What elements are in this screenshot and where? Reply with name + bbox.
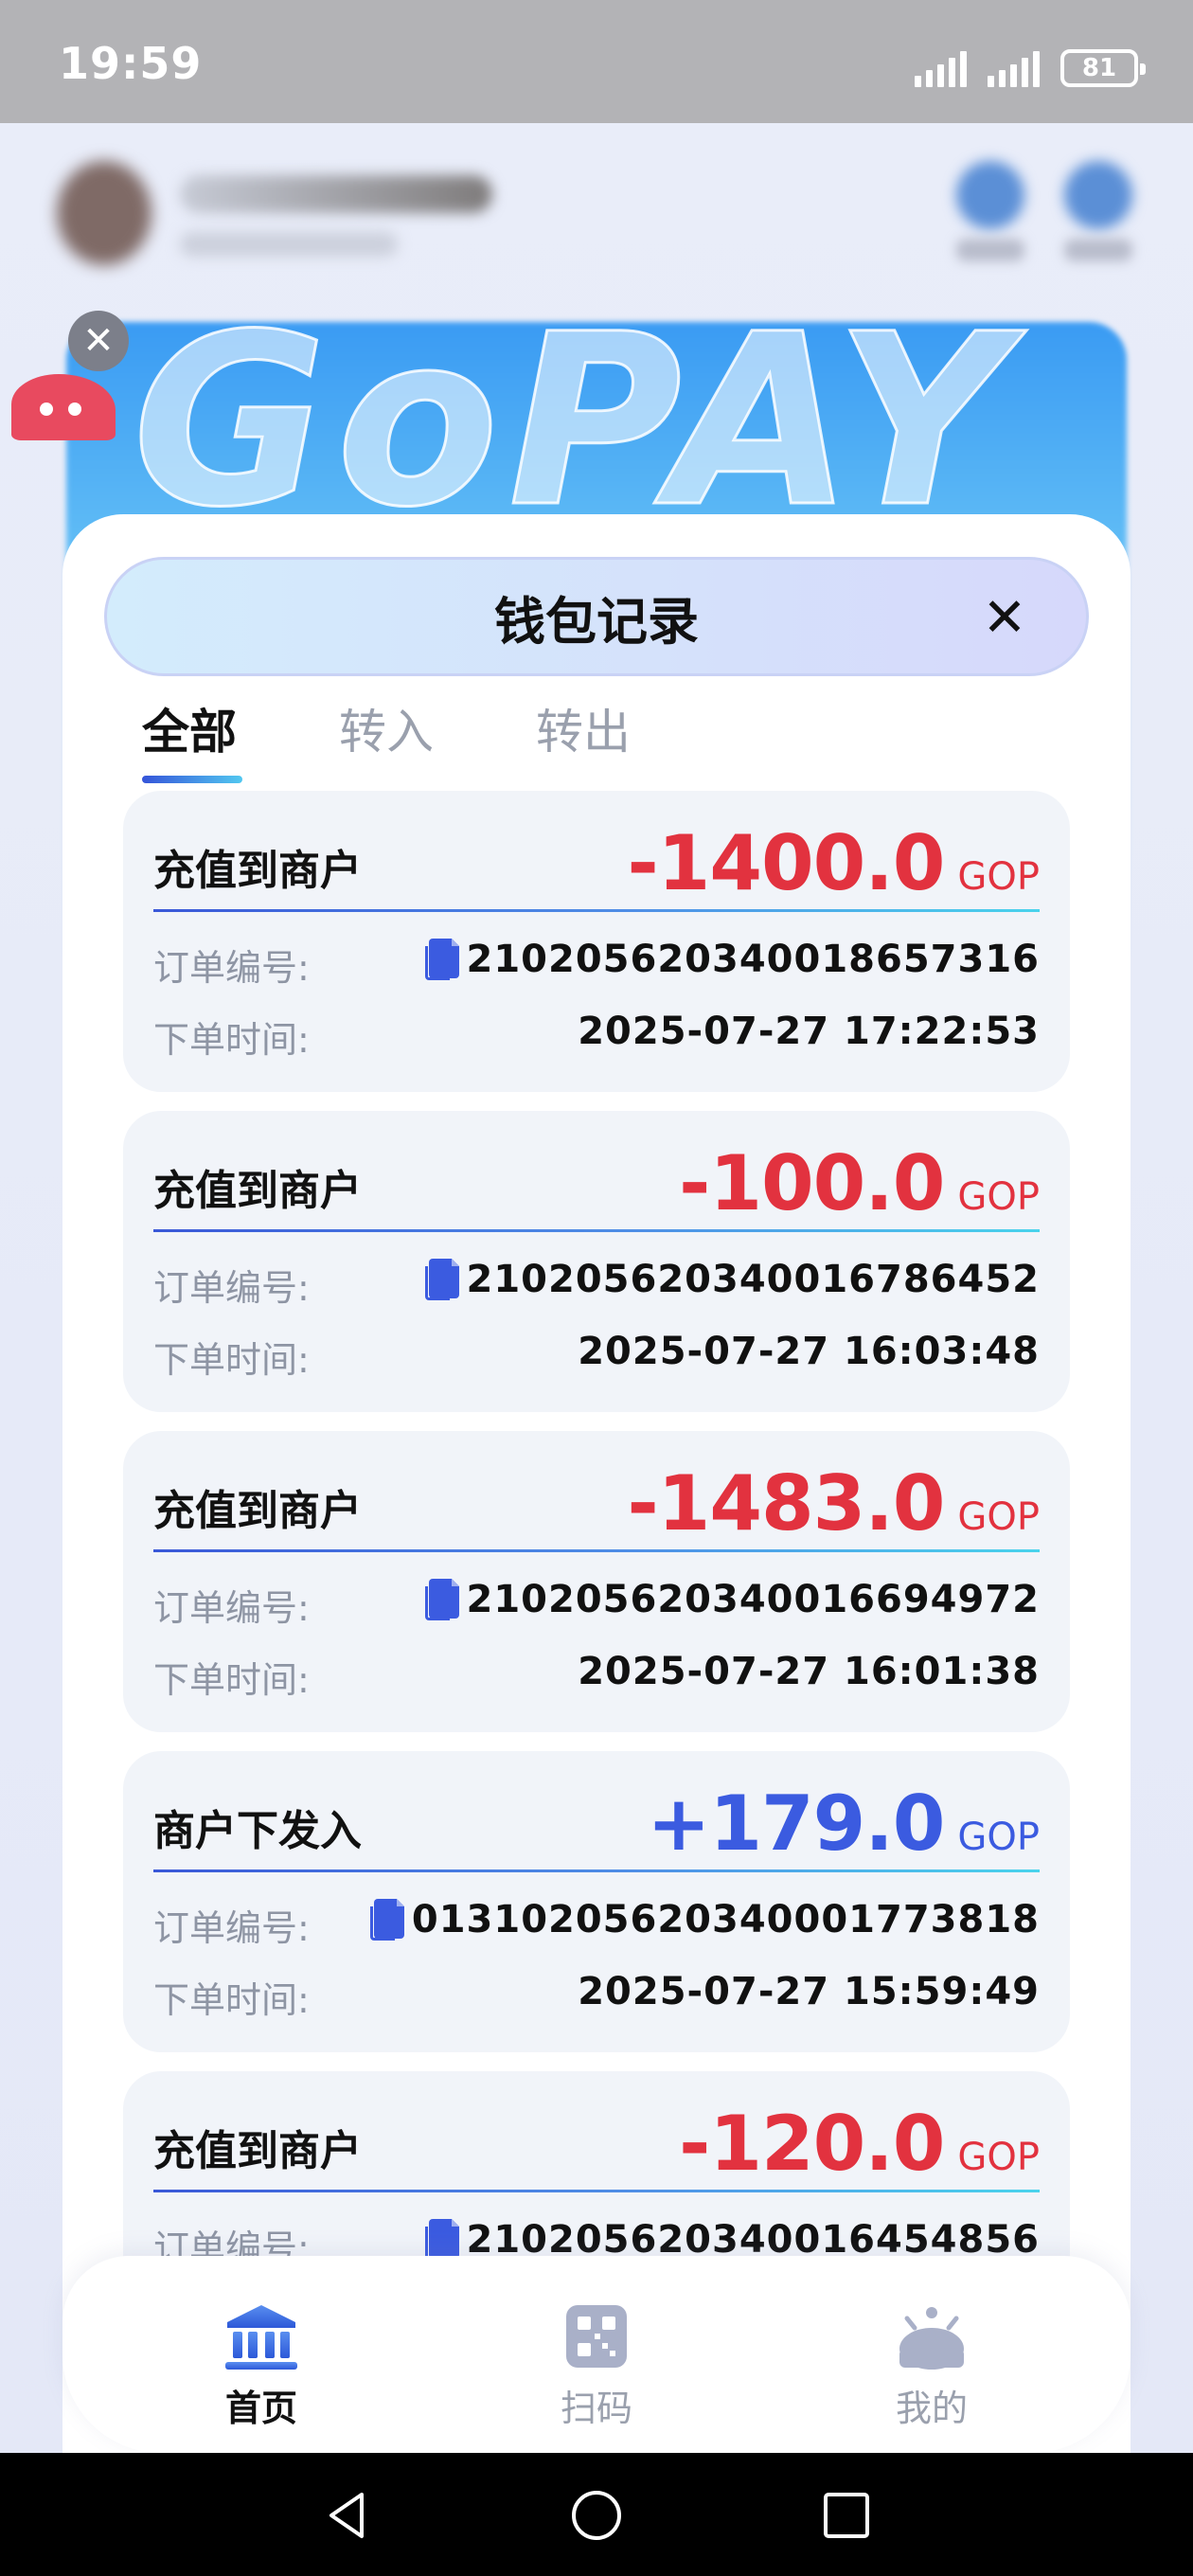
record-title: 商户下发入	[153, 1807, 362, 1855]
order-no-label: 订单编号:	[153, 1587, 310, 1629]
amount-value: -120.0	[679, 2100, 945, 2188]
blurred-subtitle	[180, 232, 398, 257]
order-no-label: 订单编号:	[153, 1907, 310, 1949]
nav-label-profile: 我的	[895, 2388, 968, 2429]
divider	[153, 1549, 1040, 1552]
record-amount: -100.0 GOP	[679, 1139, 1040, 1227]
nav-item-profile[interactable]: 我的	[837, 2303, 1026, 2431]
avatar	[57, 161, 151, 265]
divider	[153, 909, 1040, 912]
battery-level: 81	[1081, 54, 1117, 82]
order-no-value: 210205620340018657316	[424, 938, 1040, 981]
signal-icon	[915, 49, 967, 87]
amount-unit: GOP	[957, 855, 1040, 899]
record-list[interactable]: 充值到商户 -1400.0 GOP 订单编号: 2102056203400186…	[123, 791, 1070, 2391]
divider	[153, 1869, 1040, 1872]
order-time-label: 下单时间:	[153, 1659, 310, 1701]
tab-transfer-in[interactable]: 转入	[339, 694, 536, 770]
signal-icon-2	[988, 49, 1040, 87]
status-icons: 81	[915, 45, 1146, 87]
divider	[153, 1229, 1040, 1232]
record-title: 充值到商户	[153, 2127, 362, 2175]
record-title: 充值到商户	[153, 847, 362, 895]
record-amount: -120.0 GOP	[679, 2100, 1040, 2188]
order-no-value: 210205620340016786452	[424, 1258, 1040, 1301]
profile-icon	[894, 2303, 970, 2371]
record-amount: -1483.0 GOP	[627, 1459, 1040, 1547]
home-icon[interactable]	[568, 2487, 625, 2544]
nav-item-scan[interactable]: 扫码	[502, 2303, 691, 2431]
amount-unit: GOP	[957, 2136, 1040, 2179]
record-card[interactable]: 充值到商户 -1400.0 GOP 订单编号: 2102056203400186…	[123, 791, 1070, 1092]
order-time-value: 2025-07-27 17:22:53	[578, 1010, 1040, 1053]
blurred-action-label	[956, 239, 1024, 261]
tab-all[interactable]: 全部	[142, 694, 339, 783]
status-time: 19:59	[59, 38, 203, 89]
record-title: 充值到商户	[153, 1487, 362, 1535]
record-title: 充值到商户	[153, 1167, 362, 1215]
bottom-nav: 首页 扫码 我的	[62, 2256, 1131, 2453]
order-no-label: 订单编号:	[153, 1267, 310, 1309]
order-no-label: 订单编号:	[153, 947, 310, 989]
order-no-value: 210205620340016694972	[424, 1578, 1040, 1621]
wallet-records-modal: 钱包记录 ✕ 全部 转入 转出 充值到商户 -1400.0 GOP 订单编号: …	[62, 514, 1131, 2453]
order-time-value: 2025-07-27 15:59:49	[578, 1970, 1040, 2013]
status-bar: 19:59 81	[0, 0, 1193, 123]
blurred-username	[180, 175, 492, 213]
amount-unit: GOP	[957, 1816, 1040, 1859]
record-amount: -1400.0 GOP	[627, 819, 1040, 907]
qr-scan-icon	[559, 2303, 634, 2371]
nav-label-home: 首页	[224, 2388, 297, 2429]
record-card[interactable]: 充值到商户 -100.0 GOP 订单编号: 21020562034001678…	[123, 1111, 1070, 1412]
order-no-value: 01310205620340001773818	[369, 1898, 1040, 1941]
modal-header: 钱包记录 ✕	[104, 557, 1089, 676]
blurred-action-label-2	[1064, 239, 1132, 261]
recents-icon[interactable]	[818, 2487, 875, 2544]
copy-icon[interactable]	[424, 2219, 459, 2261]
divider	[153, 2190, 1040, 2192]
amount-unit: GOP	[957, 1495, 1040, 1539]
modal-close-button[interactable]: ✕	[978, 592, 1031, 645]
tab-transfer-out[interactable]: 转出	[536, 694, 733, 770]
order-no: 210205620340016786452	[466, 1258, 1040, 1301]
amount-value: -1400.0	[627, 819, 945, 907]
order-time-label: 下单时间:	[153, 1019, 310, 1061]
order-no: 210205620340016694972	[466, 1578, 1040, 1621]
order-no: 01310205620340001773818	[411, 1898, 1040, 1941]
record-card[interactable]: 充值到商户 -1483.0 GOP 订单编号: 2102056203400166…	[123, 1431, 1070, 1732]
close-icon[interactable]: ✕	[68, 311, 129, 371]
copy-icon[interactable]	[424, 939, 459, 980]
banner-logo-text: GoPAY	[131, 283, 1017, 559]
record-tabs: 全部 转入 转出	[142, 694, 733, 789]
amount-value: +179.0	[647, 1780, 945, 1868]
nav-item-home[interactable]: 首页	[167, 2303, 356, 2431]
amount-value: -1483.0	[627, 1459, 945, 1547]
copy-icon[interactable]	[424, 1579, 459, 1620]
order-no: 210205620340018657316	[466, 938, 1040, 981]
blurred-action-icon-2	[1064, 161, 1132, 229]
blurred-action-icon	[956, 161, 1024, 229]
amount-value: -100.0	[679, 1139, 945, 1227]
bank-icon	[223, 2303, 299, 2371]
back-icon[interactable]	[318, 2487, 375, 2544]
copy-icon[interactable]	[369, 1899, 404, 1941]
record-card[interactable]: 商户下发入 +179.0 GOP 订单编号: 01310205620340001…	[123, 1751, 1070, 2052]
amount-unit: GOP	[957, 1175, 1040, 1219]
record-amount: +179.0 GOP	[647, 1780, 1040, 1868]
order-time-label: 下单时间:	[153, 1979, 310, 2021]
battery-icon: 81	[1060, 49, 1146, 87]
modal-title: 钱包记录	[494, 591, 699, 652]
system-nav-bar	[0, 2453, 1193, 2576]
copy-icon[interactable]	[424, 1259, 459, 1300]
nav-label-scan: 扫码	[560, 2388, 632, 2429]
order-time-label: 下单时间:	[153, 1339, 310, 1381]
order-time-value: 2025-07-27 16:03:48	[578, 1330, 1040, 1373]
order-time-value: 2025-07-27 16:01:38	[578, 1650, 1040, 1693]
